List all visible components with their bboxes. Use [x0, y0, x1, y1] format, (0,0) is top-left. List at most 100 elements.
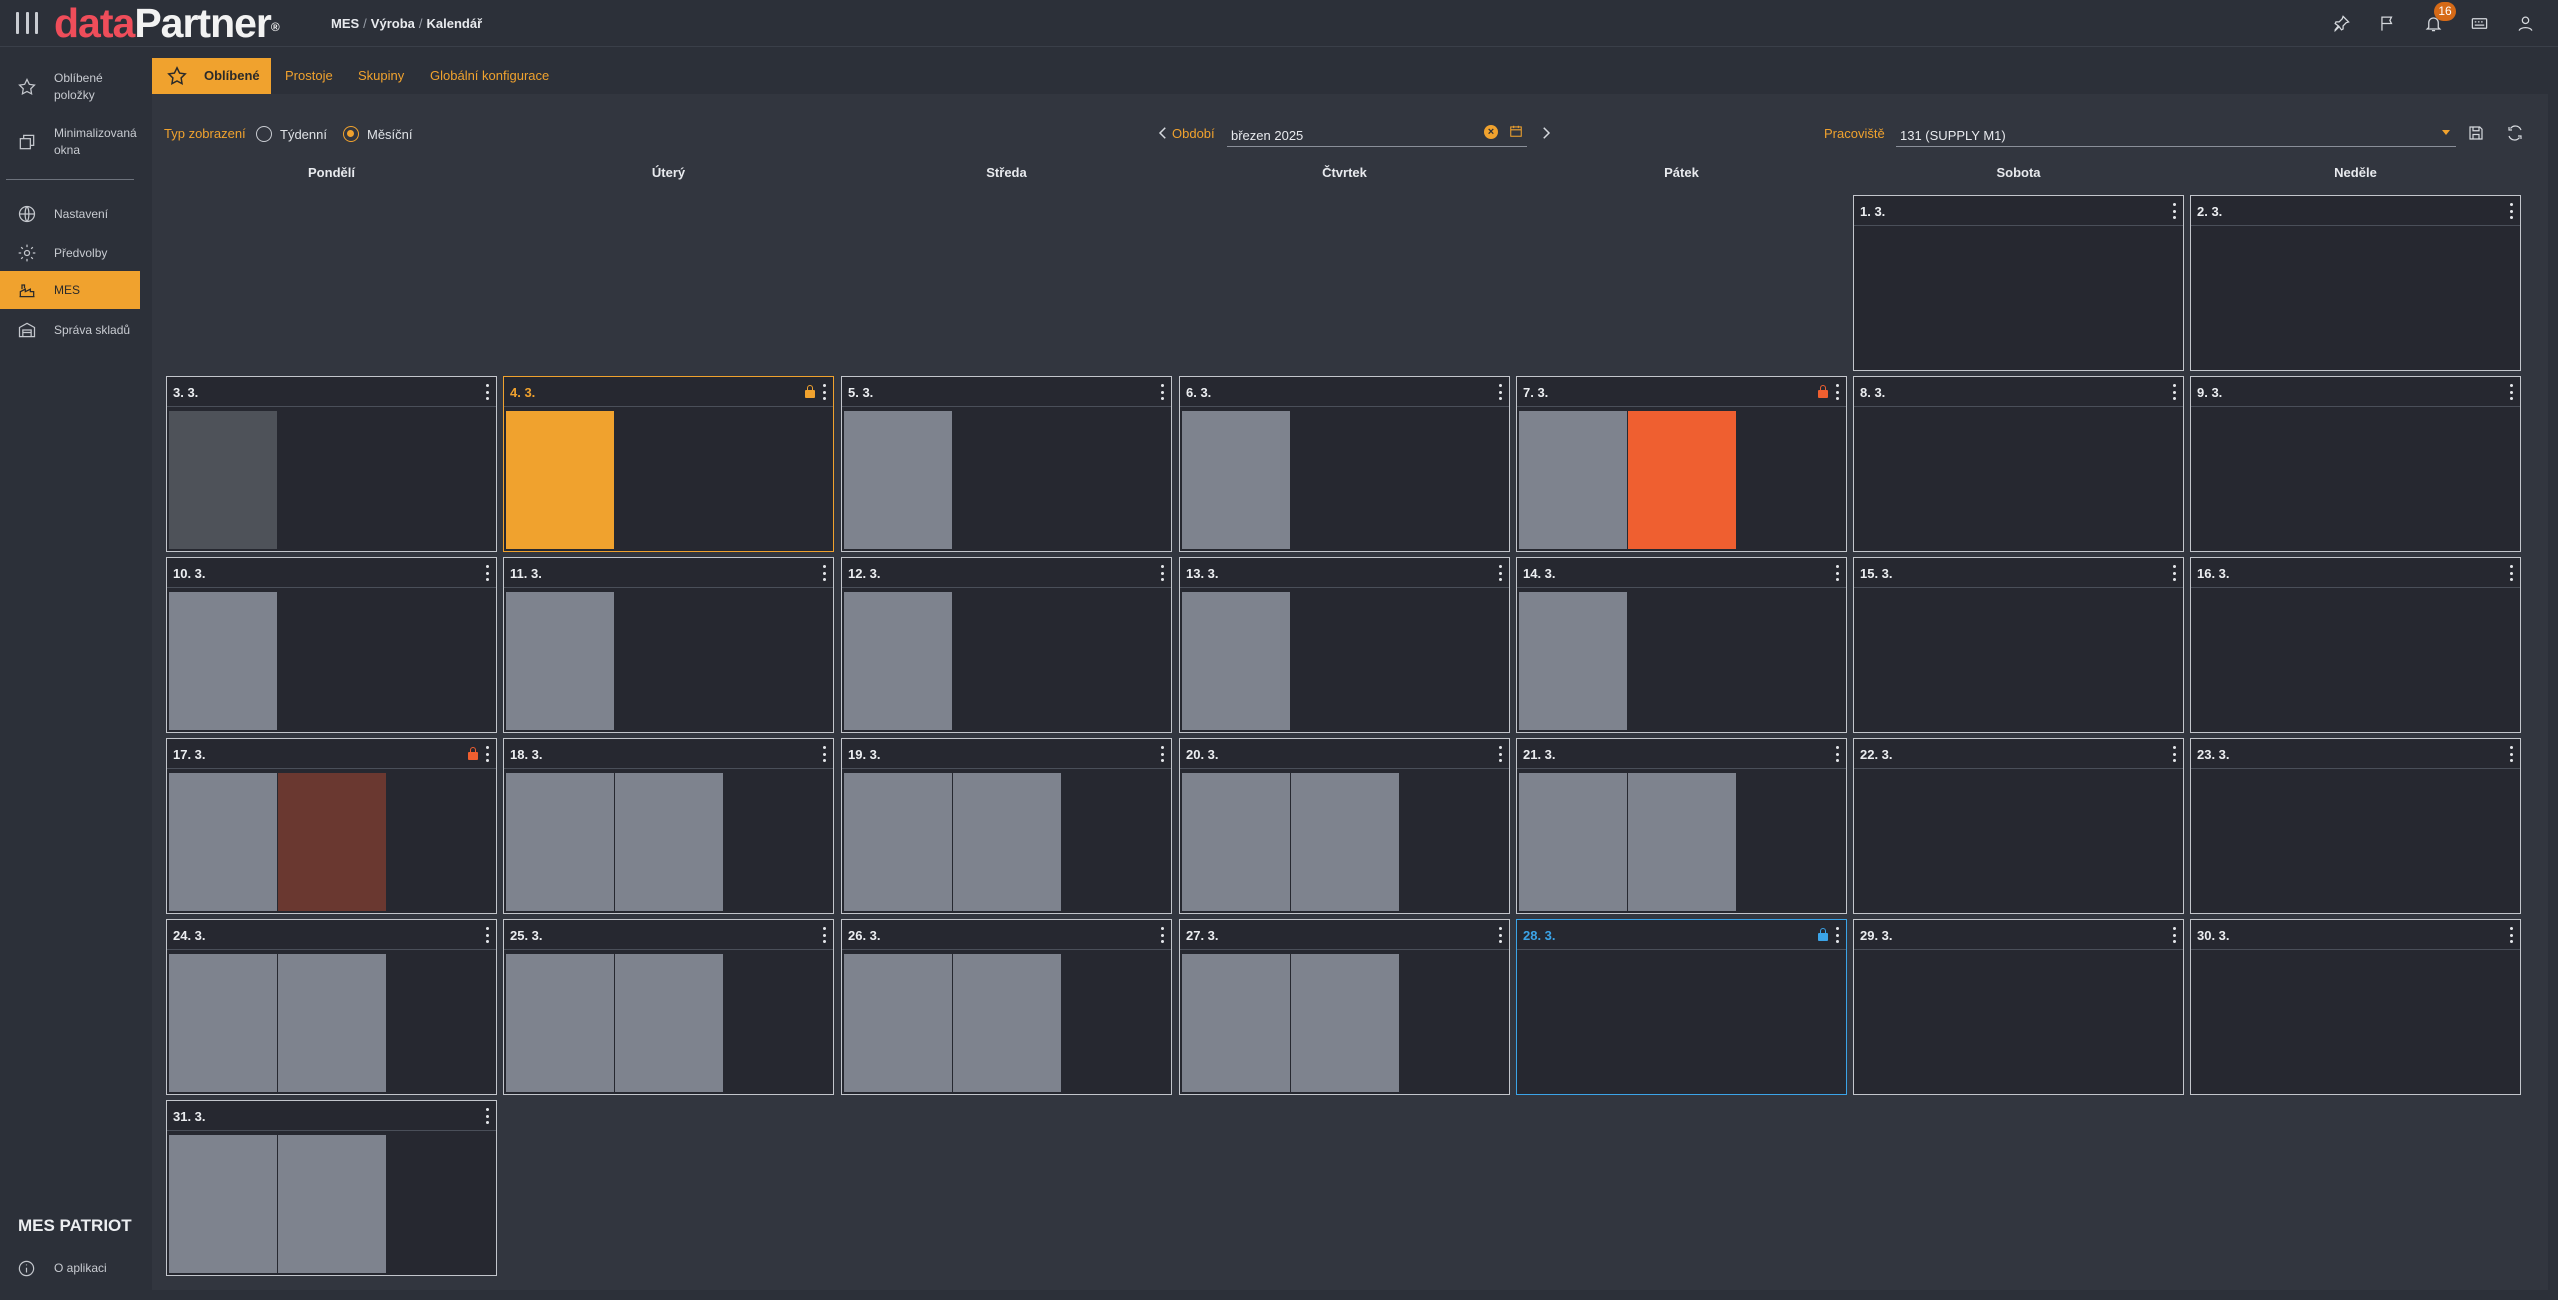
bell-icon[interactable]: 16 [2410, 2, 2456, 36]
period-field[interactable]: březen 2025 [1227, 121, 1527, 147]
shift-block[interactable] [1182, 411, 1290, 549]
shift-block[interactable] [953, 954, 1061, 1092]
shift-block[interactable] [278, 1135, 386, 1273]
sidebar-item-warehouse[interactable]: Správa skladů [0, 315, 140, 345]
shift-block[interactable] [844, 411, 952, 549]
shift-block[interactable] [953, 773, 1061, 911]
calendar-day-cell[interactable]: 29. 3. [1853, 919, 2184, 1095]
more-options-icon[interactable] [2510, 203, 2514, 219]
calendar-day-cell[interactable]: 7. 3. [1516, 376, 1847, 552]
calendar-day-cell[interactable]: 10. 3. [166, 557, 497, 733]
clear-icon[interactable]: × [1484, 125, 1498, 139]
shift-block[interactable] [1182, 954, 1290, 1092]
calendar-day-cell[interactable]: 14. 3. [1516, 557, 1847, 733]
more-options-icon[interactable] [2173, 746, 2177, 762]
calendar-day-cell[interactable]: 20. 3. [1179, 738, 1510, 914]
shift-block[interactable] [278, 773, 386, 911]
shift-block[interactable] [1182, 592, 1290, 730]
more-options-icon[interactable] [486, 746, 490, 762]
shift-block[interactable] [1291, 954, 1399, 1092]
calendar-day-cell[interactable]: 24. 3. [166, 919, 497, 1095]
calendar-day-cell[interactable]: 8. 3. [1853, 376, 2184, 552]
breadcrumb-item[interactable]: MES [331, 16, 359, 31]
menu-icon[interactable] [16, 12, 38, 34]
shift-block[interactable] [169, 954, 277, 1092]
calendar-day-cell[interactable]: 17. 3. [166, 738, 497, 914]
flag-icon[interactable] [2364, 10, 2410, 36]
more-options-icon[interactable] [1161, 927, 1165, 943]
more-options-icon[interactable] [1161, 746, 1165, 762]
more-options-icon[interactable] [823, 746, 827, 762]
calendar-day-cell[interactable]: 6. 3. [1179, 376, 1510, 552]
calendar-day-cell[interactable]: 5. 3. [841, 376, 1172, 552]
calendar-day-cell[interactable]: 15. 3. [1853, 557, 2184, 733]
shift-block[interactable] [615, 954, 723, 1092]
more-options-icon[interactable] [1499, 384, 1503, 400]
more-options-icon[interactable] [486, 565, 490, 581]
calendar-day-cell[interactable]: 13. 3. [1179, 557, 1510, 733]
more-options-icon[interactable] [823, 927, 827, 943]
save-icon[interactable] [2467, 124, 2485, 142]
more-options-icon[interactable] [2173, 203, 2177, 219]
pin-icon[interactable] [2318, 10, 2364, 36]
calendar-day-cell[interactable]: 9. 3. [2190, 376, 2521, 552]
more-options-icon[interactable] [2173, 384, 2177, 400]
sidebar-item-mes[interactable]: MES [0, 271, 140, 309]
more-options-icon[interactable] [1836, 927, 1840, 943]
shift-block[interactable] [844, 773, 952, 911]
breadcrumb-item[interactable]: Výroba [371, 16, 415, 31]
tab-global-config[interactable]: Globální konfigurace [430, 58, 549, 94]
shift-block[interactable] [1519, 773, 1627, 911]
shift-block[interactable] [506, 592, 614, 730]
calendar-day-cell[interactable]: 16. 3. [2190, 557, 2521, 733]
shift-block[interactable] [615, 773, 723, 911]
shift-block[interactable] [506, 411, 614, 549]
next-period-button[interactable] [1537, 124, 1555, 142]
sidebar-item-favorites[interactable]: Oblíbené položky [0, 67, 140, 107]
shift-block[interactable] [169, 592, 277, 730]
calendar-day-cell[interactable]: 31. 3. [166, 1100, 497, 1276]
prev-period-button[interactable] [1154, 124, 1172, 142]
calendar-day-cell[interactable]: 3. 3. [166, 376, 497, 552]
more-options-icon[interactable] [2510, 384, 2514, 400]
more-options-icon[interactable] [2173, 565, 2177, 581]
monthly-radio[interactable]: Měsíční [343, 124, 413, 144]
shift-block[interactable] [169, 773, 277, 911]
shift-block[interactable] [1519, 592, 1627, 730]
more-options-icon[interactable] [486, 384, 490, 400]
shift-block[interactable] [1519, 411, 1627, 549]
sidebar-item-preferences[interactable]: Předvolby [0, 238, 140, 268]
more-options-icon[interactable] [1161, 565, 1165, 581]
workplace-select[interactable]: 131 (SUPPLY M1) [1896, 121, 2456, 147]
shift-block[interactable] [1628, 773, 1736, 911]
more-options-icon[interactable] [1836, 746, 1840, 762]
shift-block[interactable] [169, 411, 277, 549]
shift-block[interactable] [506, 773, 614, 911]
calendar-day-cell[interactable]: 18. 3. [503, 738, 834, 914]
calendar-day-cell[interactable]: 11. 3. [503, 557, 834, 733]
calendar-day-cell[interactable]: 19. 3. [841, 738, 1172, 914]
calendar-day-cell[interactable]: 25. 3. [503, 919, 834, 1095]
calendar-day-cell[interactable]: 28. 3. [1516, 919, 1847, 1095]
calendar-day-cell[interactable]: 4. 3. [503, 376, 834, 552]
user-icon[interactable] [2502, 10, 2548, 36]
calendar-icon[interactable] [1509, 124, 1523, 138]
calendar-day-cell[interactable]: 1. 3. [1853, 195, 2184, 371]
more-options-icon[interactable] [2510, 565, 2514, 581]
more-options-icon[interactable] [2173, 927, 2177, 943]
about-button[interactable]: O aplikaci [0, 1256, 140, 1282]
calendar-day-cell[interactable]: 21. 3. [1516, 738, 1847, 914]
refresh-icon[interactable] [2506, 124, 2524, 142]
more-options-icon[interactable] [2510, 927, 2514, 943]
shift-block[interactable] [278, 954, 386, 1092]
shift-block[interactable] [1628, 411, 1736, 549]
more-options-icon[interactable] [2510, 746, 2514, 762]
more-options-icon[interactable] [1499, 565, 1503, 581]
sidebar-item-minimized-windows[interactable]: Minimalizovaná okna [0, 122, 140, 162]
sidebar-item-settings[interactable]: Nastavení [0, 199, 140, 229]
calendar-day-cell[interactable]: 12. 3. [841, 557, 1172, 733]
more-options-icon[interactable] [1499, 927, 1503, 943]
shift-block[interactable] [844, 592, 952, 730]
more-options-icon[interactable] [486, 927, 490, 943]
shift-block[interactable] [1291, 773, 1399, 911]
